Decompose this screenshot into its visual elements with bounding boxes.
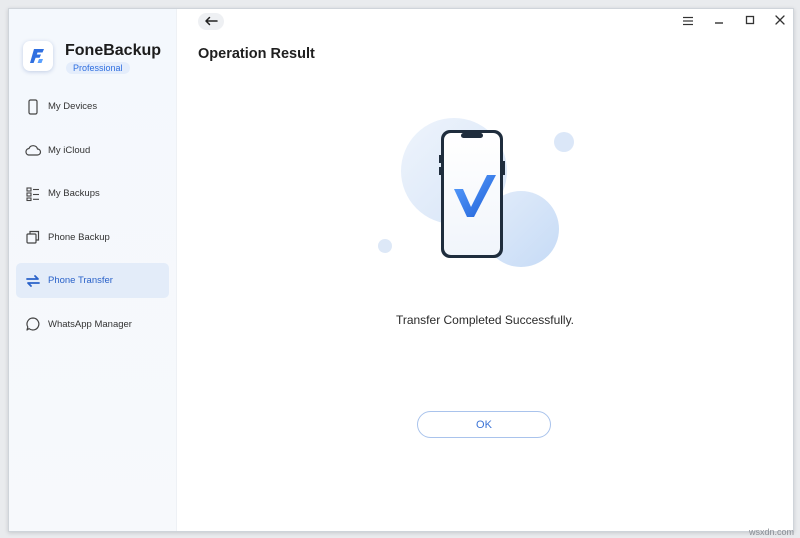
result-message: Transfer Completed Successfully. <box>395 313 575 327</box>
sidebar-item-my-devices[interactable]: My Devices <box>16 89 169 124</box>
sidebar-item-label: My Backups <box>48 188 100 199</box>
hamburger-menu-icon <box>682 13 694 31</box>
decor-bubble-small <box>554 132 574 152</box>
sidebar-item-phone-backup[interactable]: Phone Backup <box>16 220 169 255</box>
watermark: wsxdn.com <box>748 527 794 537</box>
back-button[interactable] <box>198 13 224 30</box>
sidebar: FoneBackup Professional My Devices My iC… <box>9 9 177 531</box>
arrow-left-icon <box>204 13 218 31</box>
ok-button[interactable]: OK <box>417 411 551 438</box>
sidebar-item-label: My Devices <box>48 101 98 112</box>
maximize-button[interactable] <box>741 13 759 31</box>
sidebar-item-my-backups[interactable]: My Backups <box>16 176 169 211</box>
sidebar-item-label: WhatsApp Manager <box>48 318 132 330</box>
app-window: FoneBackup Professional My Devices My iC… <box>8 8 794 532</box>
sidebar-item-my-icloud[interactable]: My iCloud <box>16 133 169 168</box>
page-title: Operation Result <box>198 46 315 62</box>
close-icon <box>774 13 786 31</box>
minimize-icon <box>713 13 725 31</box>
success-illustration <box>357 109 577 269</box>
copy-icon <box>24 228 42 246</box>
sidebar-item-phone-transfer[interactable]: Phone Transfer <box>16 263 169 298</box>
sidebar-item-label: Phone Backup <box>48 231 110 243</box>
app-name: FoneBackup <box>65 42 162 59</box>
sidebar-item-label: Phone Transfer <box>48 275 113 286</box>
phone-icon <box>24 98 42 116</box>
transfer-icon <box>24 272 42 290</box>
edition-badge: Professional <box>66 62 130 74</box>
menu-button[interactable] <box>679 13 697 31</box>
maximize-icon <box>744 13 756 31</box>
sidebar-item-label: My iCloud <box>48 144 91 156</box>
cloud-icon <box>24 141 42 159</box>
minimize-button[interactable] <box>710 13 728 31</box>
decor-bubble-tiny <box>378 239 392 253</box>
app-logo <box>23 41 53 71</box>
sidebar-item-whatsapp-manager[interactable]: WhatsApp Manager <box>16 307 169 342</box>
main-content: Operation Result Transfer Completed Succ… <box>177 9 793 531</box>
list-icon <box>24 185 42 203</box>
close-button[interactable] <box>771 13 789 31</box>
chat-bubble-icon <box>24 315 42 333</box>
phone-graphic <box>439 130 505 258</box>
sidebar-nav: My Devices My iCloud My Backups Phone Ba… <box>16 89 169 350</box>
